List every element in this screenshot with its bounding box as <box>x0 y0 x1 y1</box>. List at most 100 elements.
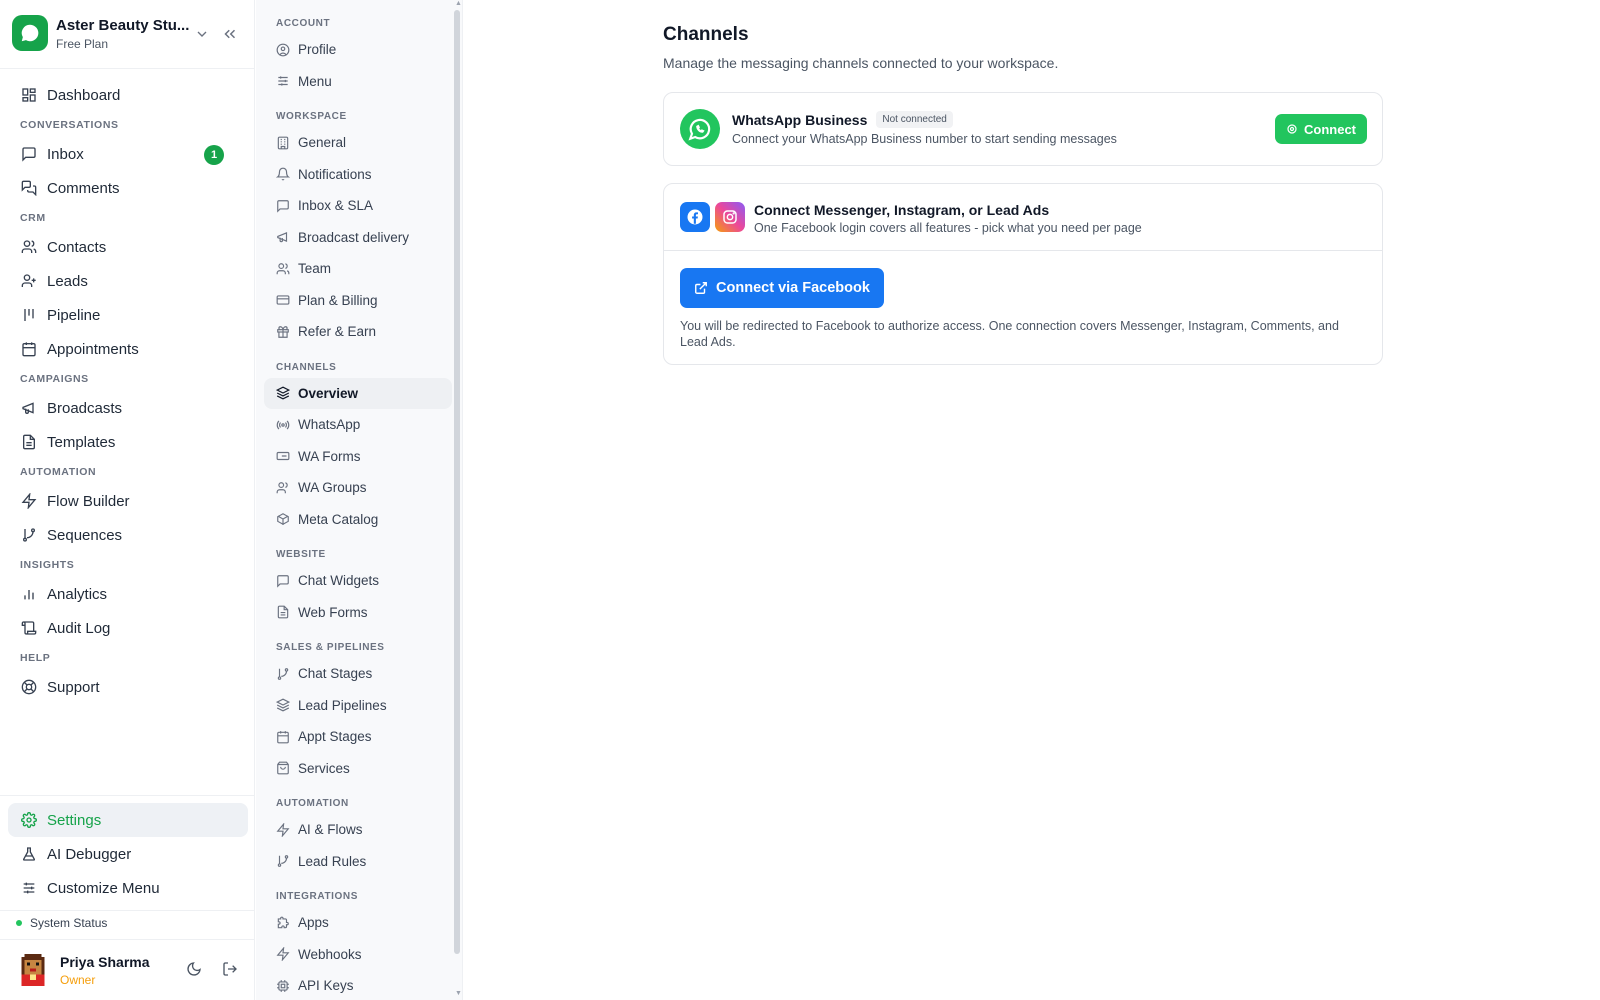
nav-support[interactable]: Support <box>0 670 255 704</box>
settings-label: WA Groups <box>298 480 367 496</box>
settings-chat-widgets[interactable]: Chat Widgets <box>264 565 452 597</box>
settings-general[interactable]: General <box>264 127 452 159</box>
settings-ai-flows[interactable]: AI & Flows <box>264 814 452 846</box>
settings-webhooks[interactable]: Webhooks <box>264 939 452 971</box>
settings-label: Appt Stages <box>298 729 372 745</box>
nav-dashboard[interactable]: Dashboard <box>0 78 255 112</box>
life-buoy-icon <box>20 678 38 696</box>
dashboard-icon <box>20 86 38 104</box>
settings-label: General <box>298 135 347 151</box>
settings-team[interactable]: Team <box>264 253 452 285</box>
page-subtitle: Manage the messaging channels connected … <box>663 55 1059 71</box>
nav-flow-builder[interactable]: Flow Builder <box>0 484 255 518</box>
settings-services[interactable]: Services <box>264 753 452 785</box>
user-profile[interactable]: Priya Sharma Owner <box>18 952 243 992</box>
system-status-label: System Status <box>30 916 108 930</box>
redirect-note: You will be redirected to Facebook to au… <box>680 319 1339 349</box>
git-branch-icon <box>276 667 290 681</box>
settings-wa-forms[interactable]: WA Forms <box>264 441 452 473</box>
workspace-switcher[interactable]: Aster Beauty Stu... Free Plan <box>12 14 244 54</box>
message-square-icon <box>276 199 290 213</box>
settings-label: Chat Stages <box>298 666 373 682</box>
user-plus-icon <box>20 272 38 290</box>
section-insights: INSIGHTS <box>20 559 75 571</box>
layers-icon <box>276 386 290 400</box>
nav-broadcasts[interactable]: Broadcasts <box>0 391 255 425</box>
settings-label: Inbox & SLA <box>298 198 374 214</box>
nav-label: Support <box>47 678 100 696</box>
settings-inbox-sla[interactable]: Inbox & SLA <box>264 190 452 222</box>
settings-menu[interactable]: Menu <box>264 66 452 98</box>
settings-label: Services <box>298 760 350 776</box>
nav-comments[interactable]: Comments <box>0 171 255 205</box>
nav-customize-menu[interactable]: Customize Menu <box>8 871 248 905</box>
scroll-up-arrow[interactable]: ▲ <box>455 0 462 7</box>
chevron-down-icon[interactable] <box>194 26 210 42</box>
section-channels: CHANNELS <box>276 361 337 373</box>
nav-analytics[interactable]: Analytics <box>0 577 255 611</box>
settings-label: Apps <box>298 915 329 931</box>
system-status[interactable]: System Status <box>16 916 107 930</box>
collapse-sidebar-icon[interactable] <box>221 25 239 43</box>
settings-label: Lead Rules <box>298 853 367 869</box>
message-square-icon <box>20 145 38 163</box>
connect-via-facebook-button[interactable]: Connect via Facebook <box>680 268 884 308</box>
settings-lead-pipelines[interactable]: Lead Pipelines <box>264 690 452 722</box>
settings-meta-catalog[interactable]: Meta Catalog <box>264 504 452 536</box>
settings-label: Menu <box>298 73 332 89</box>
scroll-down-arrow[interactable]: ▼ <box>455 990 462 997</box>
nav-templates[interactable]: Templates <box>0 425 255 459</box>
settings-appt-stages[interactable]: Appt Stages <box>264 721 452 753</box>
settings-api-keys[interactable]: API Keys <box>264 970 452 1000</box>
settings-scrollbar[interactable] <box>454 10 460 954</box>
settings-web-forms[interactable]: Web Forms <box>264 597 452 629</box>
whatsapp-connect-button[interactable]: Connect <box>1275 114 1367 144</box>
layers-icon <box>276 698 290 712</box>
nav-leads[interactable]: Leads <box>0 264 255 298</box>
settings-label: Web Forms <box>298 604 368 620</box>
settings-plan-billing[interactable]: Plan & Billing <box>264 285 452 317</box>
nav-ai-debugger[interactable]: AI Debugger <box>8 837 248 871</box>
nav-sequences[interactable]: Sequences <box>0 518 255 552</box>
divider <box>0 795 255 796</box>
bar-chart-icon <box>20 585 38 603</box>
settings-apps[interactable]: Apps <box>264 907 452 939</box>
sliders-icon <box>276 74 290 88</box>
nav-settings[interactable]: Settings <box>8 803 248 837</box>
message-square-icon <box>276 574 290 588</box>
settings-overview[interactable]: Overview <box>264 377 452 409</box>
users-icon <box>276 481 290 495</box>
nav-label: Broadcasts <box>47 399 123 417</box>
flask-icon <box>20 845 38 863</box>
nav-pipeline[interactable]: Pipeline <box>0 298 255 332</box>
nav-label: Leads <box>47 272 88 290</box>
settings-label: Team <box>298 261 332 277</box>
primary-sidebar: Aster Beauty Stu... Free Plan Dashboard … <box>0 0 255 1000</box>
inbox-count-badge: 1 <box>204 145 224 165</box>
moon-icon[interactable] <box>186 961 202 977</box>
settings-refer-earn[interactable]: Refer & Earn <box>264 316 452 348</box>
calendar-icon <box>20 340 38 358</box>
bell-icon <box>276 167 290 181</box>
user-circle-icon <box>276 43 290 57</box>
section-conversations: CONVERSATIONS <box>20 119 119 131</box>
settings-label: Chat Widgets <box>298 573 380 589</box>
settings-wa-groups[interactable]: WA Groups <box>264 472 452 504</box>
puzzle-icon <box>276 916 290 930</box>
nav-label: Templates <box>47 433 116 451</box>
shopping-bag-icon <box>276 761 290 775</box>
gear-icon <box>20 811 38 829</box>
settings-chat-stages[interactable]: Chat Stages <box>264 658 452 690</box>
nav-audit-log[interactable]: Audit Log <box>0 611 255 645</box>
settings-notifications[interactable]: Notifications <box>264 159 452 191</box>
settings-lead-rules[interactable]: Lead Rules <box>264 846 452 878</box>
nav-appointments[interactable]: Appointments <box>0 332 255 366</box>
settings-whatsapp[interactable]: WhatsApp <box>264 409 452 441</box>
nav-inbox[interactable]: Inbox 1 <box>0 137 255 171</box>
settings-broadcast-delivery[interactable]: Broadcast delivery <box>264 222 452 254</box>
nav-contacts[interactable]: Contacts <box>0 230 255 264</box>
logout-icon[interactable] <box>222 961 238 977</box>
settings-profile[interactable]: Profile <box>264 34 452 66</box>
megaphone-icon <box>276 230 290 244</box>
nav-label: Appointments <box>47 340 139 358</box>
